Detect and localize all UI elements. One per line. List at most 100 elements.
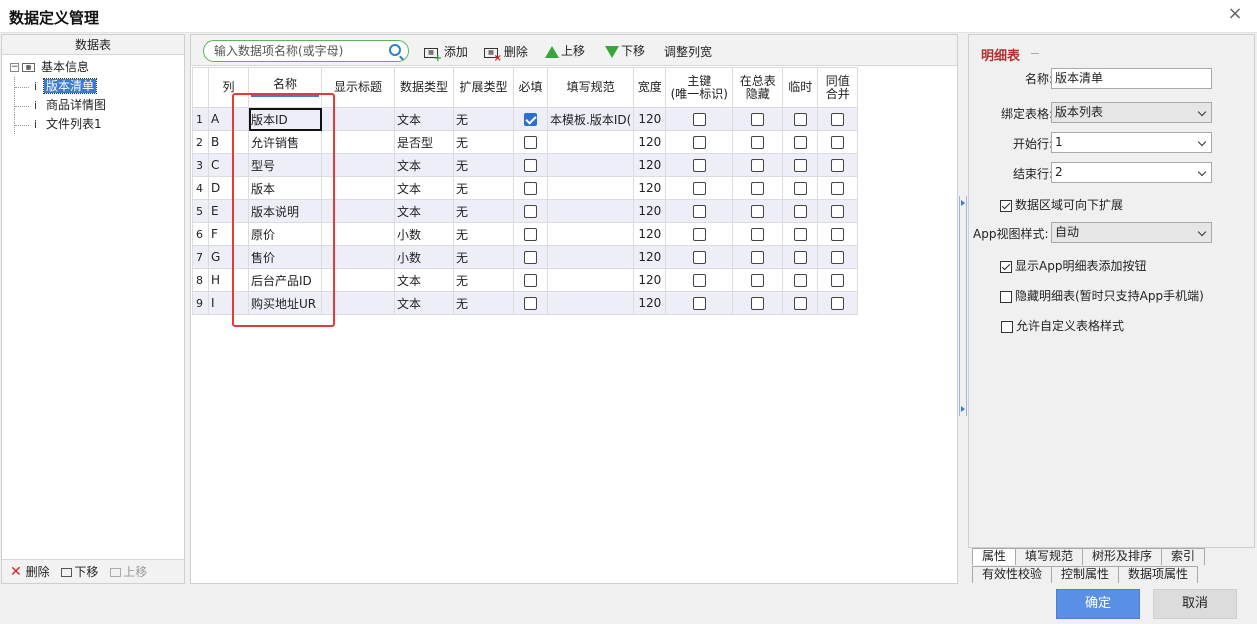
merge-checkbox[interactable]	[831, 274, 845, 287]
add-item-button[interactable]: ▦ 添加	[424, 43, 468, 63]
delete-item-button[interactable]: ▦ 删除	[484, 43, 528, 63]
hidden-checkbox[interactable]	[751, 136, 765, 149]
required-checkbox[interactable]	[524, 136, 537, 149]
temp-checkbox[interactable]	[793, 274, 807, 287]
data-type-cell[interactable]: 文本	[394, 176, 454, 200]
ext-type-cell[interactable]: 无	[453, 222, 514, 246]
width-cell[interactable]: 120	[633, 199, 667, 223]
fill-rule-cell[interactable]	[546, 176, 635, 200]
col-letter-cell[interactable]: H	[208, 268, 249, 292]
tree-node-basic-info[interactable]: − ▦ 基本信息	[2, 58, 184, 77]
name-field[interactable]: 版本清单	[1051, 68, 1212, 89]
col-letter-cell[interactable]: D	[208, 176, 249, 200]
primary-key-header[interactable]: 主键 (唯一标识)	[665, 67, 734, 108]
hidden-checkbox[interactable]	[751, 159, 765, 172]
hidden-checkbox[interactable]	[751, 205, 765, 218]
primary-key-checkbox[interactable]	[692, 136, 706, 149]
tab-tree-sort[interactable]: 树形及排序	[1082, 548, 1163, 565]
end-row-select[interactable]: 2	[1051, 162, 1212, 183]
fill-rule-cell[interactable]	[546, 222, 635, 246]
hidden-checkbox[interactable]	[751, 297, 765, 310]
primary-key-checkbox[interactable]	[692, 297, 706, 310]
primary-key-checkbox[interactable]	[692, 251, 706, 264]
data-type-cell[interactable]: 小数	[394, 222, 454, 246]
display-title-cell[interactable]	[321, 199, 395, 223]
merge-checkbox[interactable]	[831, 251, 845, 264]
ext-type-header[interactable]: 扩展类型	[453, 67, 514, 108]
width-cell[interactable]: 120	[633, 268, 667, 292]
fill-rule-cell[interactable]	[546, 268, 635, 292]
fill-rule-header[interactable]: 填写规范	[546, 67, 635, 108]
width-cell[interactable]: 120	[633, 291, 667, 315]
adjust-width-button[interactable]: 调整列宽	[664, 43, 712, 60]
required-checkbox[interactable]	[524, 159, 537, 172]
ok-button[interactable]: 确定	[1056, 589, 1140, 619]
table-row[interactable]: 1 A 版本ID 文本无 本模板.版本ID(120	[192, 107, 859, 131]
table-row[interactable]: 7 G 售价 小数无 120	[192, 245, 859, 269]
temp-checkbox[interactable]	[793, 228, 807, 241]
hidden-checkbox[interactable]	[751, 274, 765, 287]
col-header[interactable]: 列	[208, 67, 249, 108]
temp-checkbox[interactable]	[793, 251, 807, 264]
checkbox-icon[interactable]	[1001, 320, 1013, 333]
ext-type-cell[interactable]: 无	[453, 245, 514, 269]
delete-table-button[interactable]: ✕ 删除	[10, 564, 50, 580]
collapse-icon[interactable]: −	[10, 63, 19, 72]
temp-checkbox[interactable]	[793, 136, 807, 149]
merge-checkbox[interactable]	[831, 205, 845, 218]
cancel-button[interactable]: 取消	[1153, 589, 1237, 619]
merge-checkbox[interactable]	[831, 297, 845, 310]
col-letter-cell[interactable]: I	[208, 291, 249, 315]
hidden-checkbox[interactable]	[751, 251, 765, 264]
width-cell[interactable]: 120	[633, 130, 667, 154]
required-checkbox[interactable]	[524, 113, 537, 126]
name-cell[interactable]: 售价	[248, 245, 322, 269]
data-type-cell[interactable]: 小数	[394, 245, 454, 269]
fill-rule-cell[interactable]: 本模板.版本ID(	[546, 107, 635, 131]
display-title-header[interactable]: 显示标题	[321, 67, 395, 108]
custom-style-checkbox[interactable]: 允许自定义表格样式	[1001, 317, 1124, 334]
tree-node-version-list[interactable]: i 版本清单	[2, 77, 184, 96]
data-type-cell[interactable]: 文本	[394, 107, 454, 131]
primary-key-checkbox[interactable]	[692, 205, 706, 218]
search-box[interactable]	[203, 40, 409, 62]
search-icon[interactable]	[389, 44, 401, 56]
width-cell[interactable]: 120	[633, 176, 667, 200]
tree-node-product-detail[interactable]: i 商品详情图	[2, 96, 184, 115]
fill-rule-cell[interactable]	[546, 153, 635, 177]
expand-down-checkbox[interactable]: 数据区域可向下扩展	[1000, 196, 1123, 213]
hide-detail-checkbox[interactable]: 隐藏明细表(暂时只支持App手机端)	[1000, 287, 1204, 304]
ext-type-cell[interactable]: 无	[453, 199, 514, 223]
search-input[interactable]	[214, 41, 389, 61]
temp-checkbox[interactable]	[793, 159, 807, 172]
hidden-header[interactable]: 在总表 隐藏	[732, 67, 784, 108]
hidden-checkbox[interactable]	[751, 113, 765, 126]
primary-key-checkbox[interactable]	[692, 113, 706, 126]
data-type-cell[interactable]: 文本	[394, 268, 454, 292]
tab-properties[interactable]: 属性	[972, 548, 1017, 565]
merge-checkbox[interactable]	[831, 113, 845, 126]
tab-fill-rule[interactable]: 填写规范	[1015, 548, 1084, 565]
checkbox-icon[interactable]	[1000, 260, 1012, 273]
ext-type-cell[interactable]: 无	[453, 268, 514, 292]
name-cell[interactable]: 版本说明	[248, 199, 322, 223]
primary-key-checkbox[interactable]	[692, 159, 706, 172]
bind-table-select[interactable]: 版本列表	[1051, 102, 1212, 123]
name-cell[interactable]: 后台产品ID	[248, 268, 322, 292]
required-checkbox[interactable]	[524, 251, 537, 264]
merge-checkbox[interactable]	[831, 136, 845, 149]
primary-key-checkbox[interactable]	[692, 182, 706, 195]
display-title-cell[interactable]	[321, 130, 395, 154]
temp-header[interactable]: 临时	[782, 67, 819, 108]
checkbox-icon[interactable]	[1000, 290, 1012, 303]
tab-item-properties[interactable]: 数据项属性	[1118, 566, 1199, 583]
name-header[interactable]: 名称	[248, 67, 322, 108]
table-row[interactable]: 8 H 后台产品ID 文本无 120	[192, 268, 859, 292]
col-letter-cell[interactable]: E	[208, 199, 249, 223]
display-title-cell[interactable]	[321, 176, 395, 200]
required-header[interactable]: 必填	[513, 67, 548, 108]
start-row-select[interactable]: 1	[1051, 132, 1212, 153]
col-letter-cell[interactable]: A	[208, 107, 249, 131]
name-cell[interactable]: 购买地址UR	[248, 291, 322, 315]
data-type-cell[interactable]: 文本	[394, 291, 454, 315]
